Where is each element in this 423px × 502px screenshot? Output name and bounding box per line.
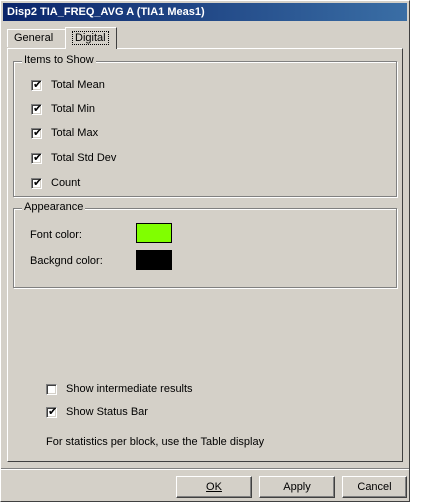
items-to-show-label: Items to Show (22, 54, 96, 66)
checkmark-icon: ✔ (33, 78, 43, 91)
count-label: Count (51, 177, 81, 189)
background-strip (410, 0, 423, 502)
total-std-dev-label: Total Std Dev (51, 152, 117, 164)
total-mean-checkbox-row[interactable]: ✔ Total Mean (31, 77, 105, 93)
checkmark-icon: ✔ (48, 405, 58, 418)
total-max-checkbox[interactable]: ✔ (31, 126, 43, 139)
total-mean-label: Total Mean (51, 79, 105, 91)
total-std-dev-checkbox-row[interactable]: ✔ Total Std Dev (31, 150, 116, 166)
total-mean-checkbox[interactable]: ✔ (31, 78, 43, 91)
checkmark-icon: ✔ (33, 102, 43, 115)
total-max-checkbox-row[interactable]: ✔ Total Max (31, 125, 98, 141)
backgnd-color-label: Backgnd color: (30, 255, 103, 267)
tab-digital[interactable]: Digital (65, 27, 117, 49)
appearance-label: Appearance (22, 201, 86, 213)
properties-dialog: Disp2 TIA_FREQ_AVG A (TIA1 Meas1) Genera… (0, 0, 410, 502)
statistics-note: For statistics per block, use the Table … (46, 436, 265, 448)
button-separator (1, 468, 409, 470)
total-min-label: Total Min (51, 103, 96, 115)
show-status-bar-checkbox[interactable]: ✔ (46, 405, 58, 418)
checkmark-icon: ✔ (33, 176, 43, 189)
count-checkbox-row[interactable]: ✔ Count (31, 175, 80, 191)
total-min-checkbox-row[interactable]: ✔ Total Min (31, 101, 95, 117)
font-color-swatch[interactable] (136, 223, 172, 243)
backgnd-color-swatch[interactable] (136, 250, 172, 270)
apply-button-label: Apply (283, 481, 311, 493)
show-intermediate-checkbox[interactable] (46, 383, 57, 395)
total-min-checkbox[interactable]: ✔ (31, 102, 43, 115)
show-intermediate-row[interactable]: Show intermediate results (46, 381, 193, 397)
show-status-bar-row[interactable]: ✔ Show Status Bar (46, 404, 148, 420)
checkmark-icon: ✔ (33, 126, 43, 139)
total-std-dev-checkbox[interactable]: ✔ (31, 151, 43, 164)
tab-digital-label: Digital (72, 31, 109, 45)
show-status-bar-label: Show Status Bar (66, 406, 148, 418)
cancel-button-label: Cancel (357, 481, 392, 493)
cancel-button[interactable]: Cancel (342, 476, 407, 498)
apply-button[interactable]: Apply (259, 476, 335, 498)
checkmark-icon: ✔ (33, 151, 43, 164)
font-color-label: Font color: (30, 229, 82, 241)
tab-general[interactable]: General (7, 29, 67, 47)
ok-button-label: OK (206, 481, 222, 493)
ok-button[interactable]: OK (176, 476, 252, 498)
count-checkbox[interactable]: ✔ (31, 176, 43, 189)
appearance-group: Appearance (13, 201, 397, 288)
window-title[interactable]: Disp2 TIA_FREQ_AVG A (TIA1 Meas1) (3, 3, 407, 21)
show-intermediate-label: Show intermediate results (66, 383, 193, 395)
total-max-label: Total Max (51, 127, 99, 139)
